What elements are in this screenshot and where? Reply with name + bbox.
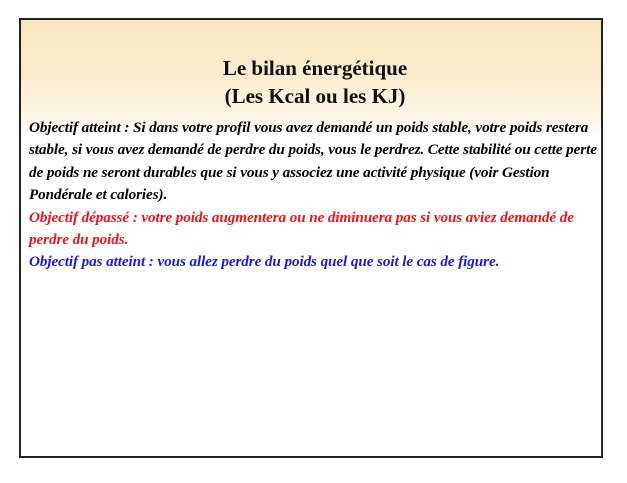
slide-body: Objectif atteint : Si dans votre profil … — [29, 117, 603, 274]
objectif-atteint-paragraph: Objectif atteint : Si dans votre profil … — [29, 119, 597, 204]
objectif-depasse-paragraph: Objectif dépassé : votre poids augmenter… — [29, 208, 574, 249]
slide-title: Le bilan énergétique — [222, 56, 408, 80]
slide-subtitle: (Les Kcal ou les KJ) — [224, 84, 406, 108]
slide-frame: Le bilan énergétique (Les Kcal ou les KJ… — [19, 18, 603, 458]
objectif-pas-atteint-paragraph: Objectif pas atteint : vous allez perdre… — [29, 253, 500, 271]
